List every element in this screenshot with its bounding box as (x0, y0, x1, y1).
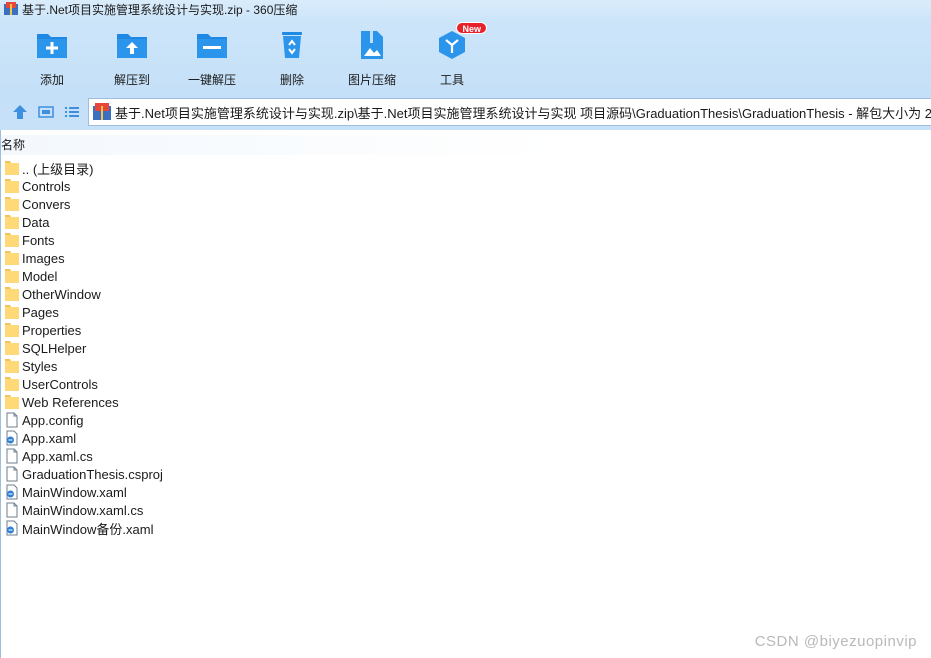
folder-icon (4, 232, 20, 248)
tools-button[interactable]: New 工具 (412, 22, 492, 88)
file-list: 名称 .. (上级目录) Controls Convers Data Fonts Imag… (0, 130, 931, 658)
app-window: 基于.Net项目实施管理系统设计与实现.zip - 360压缩 添加 解压到 一… (0, 0, 931, 658)
image-compress-label: 图片压缩 (347, 73, 396, 87)
folder-row[interactable]: Images (4, 249, 163, 267)
folder-row[interactable]: Convers (4, 195, 163, 213)
folder-row[interactable]: SQLHelper (4, 339, 163, 357)
zip-archive-icon (93, 103, 111, 121)
folder-row[interactable]: Fonts (4, 231, 163, 249)
xaml-file-icon (4, 484, 20, 500)
folder-icon (4, 160, 20, 176)
new-badge: New (456, 22, 487, 34)
up-arrow-icon[interactable] (11, 103, 29, 121)
item-name: Web References (22, 394, 119, 410)
extract-to-label: 解压到 (113, 73, 150, 87)
add-label: 添加 (39, 73, 64, 87)
item-name: OtherWindow (22, 286, 101, 302)
file-icon (4, 502, 20, 518)
item-name: .. (上级目录) (22, 161, 94, 177)
xaml-file-icon (4, 430, 20, 446)
folder-row[interactable]: Web References (4, 393, 163, 411)
window-title: 基于.Net项目实施管理系统设计与实现.zip - 360压缩 (22, 2, 298, 17)
folder-icon (4, 304, 20, 320)
extract-to-button[interactable]: 解压到 (92, 28, 172, 88)
file-row[interactable]: MainWindow.xaml.cs (4, 501, 163, 519)
file-row[interactable]: GraduationThesis.csproj (4, 465, 163, 483)
address-path: 基于.Net项目实施管理系统设计与实现.zip\基于.Net项目实施管理系统设计… (115, 105, 931, 121)
folder-row[interactable]: Controls (4, 177, 163, 195)
image-compress-button[interactable]: 图片压缩 (332, 28, 412, 88)
file-row[interactable]: App.xaml (4, 429, 163, 447)
delete-label: 删除 (279, 73, 304, 87)
delete-button[interactable]: 删除 (252, 28, 332, 88)
item-name: MainWindow.xaml (22, 484, 127, 500)
thumbnail-view-icon[interactable] (37, 103, 55, 121)
xaml-file-icon (4, 520, 20, 536)
folder-icon (4, 196, 20, 212)
item-name: Images (22, 250, 65, 266)
file-icon (4, 448, 20, 464)
folder-icon (4, 214, 20, 230)
image-compress-icon (355, 28, 389, 62)
item-name: SQLHelper (22, 340, 87, 356)
column-header-name[interactable]: 名称 (1, 135, 931, 155)
item-name: Controls (22, 178, 71, 194)
folder-row[interactable]: Data (4, 213, 163, 231)
item-name: Styles (22, 358, 58, 374)
extract-folder-icon (115, 28, 149, 62)
folder-icon (4, 286, 20, 302)
folder-icon (4, 358, 20, 374)
column-name-label: 名称 (1, 138, 26, 152)
file-icon (4, 466, 20, 482)
folder-row[interactable]: UserControls (4, 375, 163, 393)
item-name: Model (22, 268, 58, 284)
one-click-extract-label: 一键解压 (187, 73, 236, 87)
item-name: Data (22, 214, 50, 230)
title-bar: 基于.Net项目实施管理系统设计与实现.zip - 360压缩 (0, 0, 931, 18)
folder-icon (4, 250, 20, 266)
folder-icon (4, 178, 20, 194)
folder-row[interactable]: .. (上级目录) (4, 159, 163, 177)
one-click-extract-icon (195, 28, 229, 62)
folder-row[interactable]: Pages (4, 303, 163, 321)
item-name: Pages (22, 304, 59, 320)
tools-cube-icon: New (435, 22, 487, 62)
item-name: App.xaml.cs (22, 448, 93, 464)
item-name: App.config (22, 412, 84, 428)
file-rows: .. (上级目录) Controls Convers Data Fonts Images M… (4, 159, 163, 537)
folder-row[interactable]: Styles (4, 357, 163, 375)
navigation-bar: 基于.Net项目实施管理系统设计与实现.zip\基于.Net项目实施管理系统设计… (0, 94, 931, 130)
file-row[interactable]: MainWindow.xaml (4, 483, 163, 501)
item-name: MainWindow.xaml.cs (22, 502, 144, 518)
item-name: Fonts (22, 232, 55, 248)
watermark: CSDN @biyezuopinvip (754, 633, 917, 650)
add-button[interactable]: 添加 (12, 28, 92, 88)
folder-icon (4, 322, 20, 338)
item-name: Convers (22, 196, 71, 212)
tools-label: 工具 (439, 73, 464, 87)
item-name: UserControls (22, 376, 98, 392)
folder-icon (4, 268, 20, 284)
add-folder-icon (35, 28, 69, 62)
folder-row[interactable]: Properties (4, 321, 163, 339)
file-row[interactable]: App.config (4, 411, 163, 429)
item-name: MainWindow备份.xaml (22, 521, 154, 537)
folder-row[interactable]: Model (4, 267, 163, 285)
file-row[interactable]: App.xaml.cs (4, 447, 163, 465)
file-icon (4, 412, 20, 428)
file-row[interactable]: MainWindow备份.xaml (4, 519, 163, 537)
folder-icon (4, 394, 20, 410)
folder-row[interactable]: OtherWindow (4, 285, 163, 303)
item-name: App.xaml (22, 430, 77, 446)
item-name: Properties (22, 322, 82, 338)
item-name: GraduationThesis.csproj (22, 466, 163, 482)
folder-icon (4, 340, 20, 356)
one-click-extract-button[interactable]: 一键解压 (172, 28, 252, 88)
address-bar[interactable]: 基于.Net项目实施管理系统设计与实现.zip\基于.Net项目实施管理系统设计… (88, 98, 931, 126)
list-view-icon[interactable] (63, 103, 81, 121)
recycle-bin-icon (275, 28, 309, 62)
folder-icon (4, 376, 20, 392)
zip-archive-icon (4, 2, 18, 16)
toolbar: 添加 解压到 一键解压 删除 图片压缩 New 工具 (0, 18, 931, 94)
